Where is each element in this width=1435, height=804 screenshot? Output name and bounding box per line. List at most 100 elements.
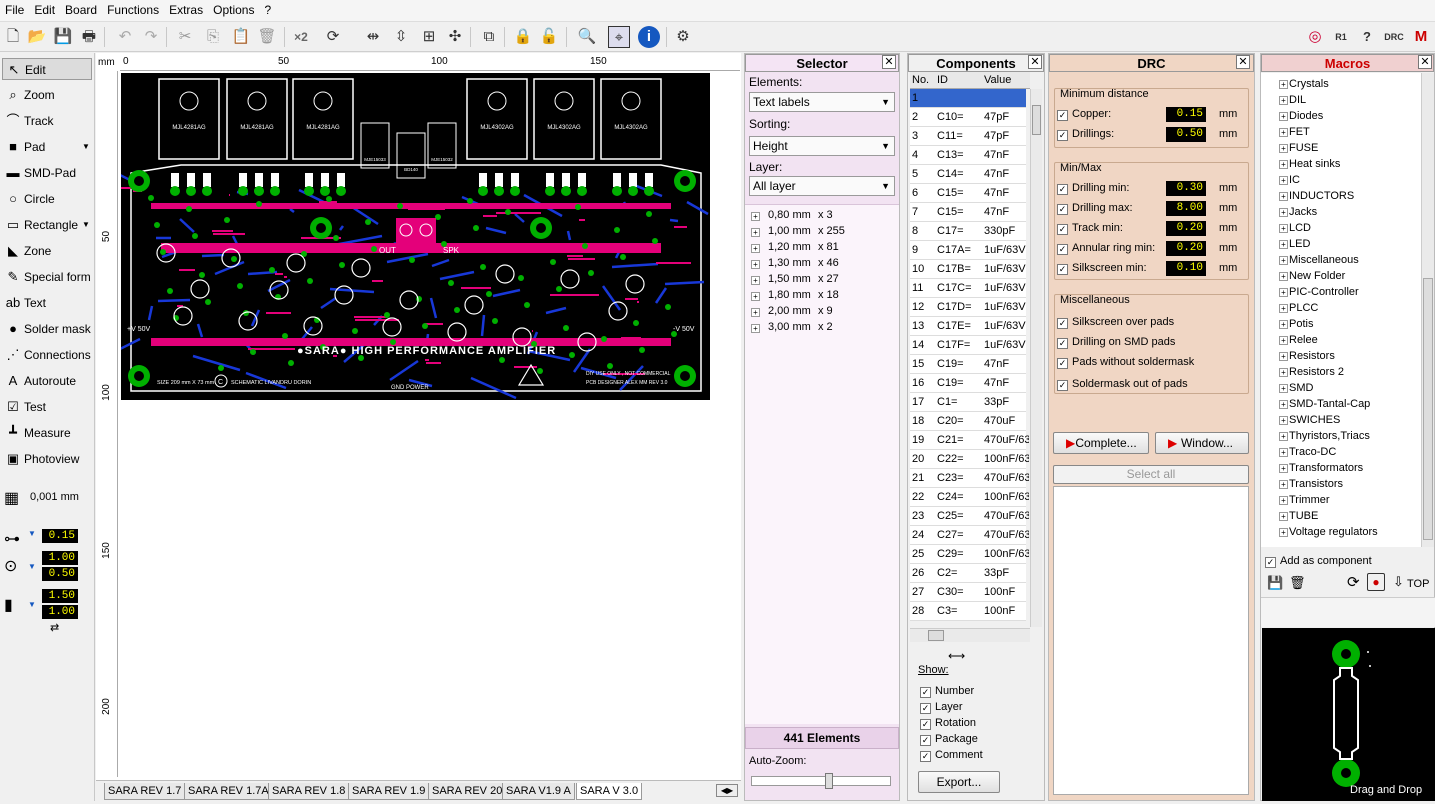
- table-row[interactable]: 5 C14= 47nF: [910, 165, 1026, 184]
- expand-icon[interactable]: +: [1279, 208, 1288, 217]
- chevron-down-icon[interactable]: ▼: [82, 214, 90, 236]
- pads-no-mask-row[interactable]: ✓ Pads without soldermask: [1057, 355, 1242, 371]
- menu-file[interactable]: File: [0, 0, 29, 17]
- table-row[interactable]: 23 C25= 470uF/63: [910, 507, 1029, 526]
- expand-icon[interactable]: +: [751, 308, 760, 317]
- macro-folder[interactable]: + DIL: [1279, 92, 1306, 108]
- col-value[interactable]: Value: [984, 72, 1011, 89]
- expand-icon[interactable]: +: [1279, 304, 1288, 313]
- align-icon[interactable]: ⊞: [418, 26, 440, 48]
- zoom-icon[interactable]: 🔍: [576, 26, 598, 48]
- tool-zoom[interactable]: ⌕ Zoom: [2, 84, 92, 106]
- cut-icon[interactable]: ✂: [174, 26, 196, 48]
- macro-folder[interactable]: + Diodes: [1279, 108, 1323, 124]
- help-query-icon[interactable]: ?: [1356, 26, 1378, 48]
- macro-icon[interactable]: M: [1410, 26, 1432, 48]
- macro-folder[interactable]: + FUSE: [1279, 140, 1318, 156]
- trash-icon[interactable]: 🗑: [1289, 575, 1306, 591]
- tool-special-form[interactable]: ✎ Special form: [2, 266, 92, 288]
- tool-edit[interactable]: ↖ Edit: [2, 58, 92, 80]
- lock-icon[interactable]: 🔒: [512, 26, 534, 48]
- macro-preview[interactable]: Drag and Drop: [1262, 628, 1435, 801]
- drilling-max-value[interactable]: 8.00: [1166, 201, 1206, 216]
- table-row[interactable]: 10 C17B= 1uF/63V: [910, 260, 1026, 279]
- pad-outer-field[interactable]: 1.00: [42, 551, 78, 565]
- macro-folder[interactable]: + LED: [1279, 236, 1310, 252]
- expand-icon[interactable]: +: [1279, 128, 1288, 137]
- print-icon[interactable]: 🖶: [78, 26, 100, 48]
- expand-icon[interactable]: +: [751, 324, 760, 333]
- components-hscroll[interactable]: [910, 628, 1030, 642]
- close-icon[interactable]: ✕: [1418, 55, 1432, 69]
- track-width-field[interactable]: 0.15: [42, 529, 78, 543]
- window-button[interactable]: ▶ Window...: [1155, 432, 1249, 454]
- table-row[interactable]: 14 C17F= 1uF/63V: [910, 336, 1026, 355]
- table-row[interactable]: 17 C1= 33pF: [910, 393, 1026, 412]
- expand-icon[interactable]: +: [1279, 432, 1288, 441]
- menu-extras[interactable]: Extras: [164, 0, 208, 17]
- duplicate-x2-icon[interactable]: ×2: [290, 26, 312, 48]
- expand-icon[interactable]: +: [1279, 496, 1288, 505]
- open-folder-icon[interactable]: 📂: [26, 26, 48, 48]
- macro-folder[interactable]: + Miscellaneous: [1279, 252, 1359, 268]
- export-button[interactable]: Export...: [918, 771, 1000, 793]
- table-row[interactable]: 18 C20= 470uF: [910, 412, 1026, 431]
- show-layer[interactable]: ✓ Layer: [920, 701, 963, 714]
- elements-select[interactable]: Text labels ▼: [749, 92, 895, 112]
- macro-folder[interactable]: + Heat sinks: [1279, 156, 1340, 172]
- crosshair-icon[interactable]: ⌖: [608, 26, 630, 48]
- macro-folder[interactable]: + SMD-Tantal-Cap: [1279, 396, 1370, 412]
- expand-icon[interactable]: +: [1279, 368, 1288, 377]
- macro-folder[interactable]: + Potis: [1279, 316, 1313, 332]
- macro-folder[interactable]: + PLCC: [1279, 300, 1318, 316]
- expand-icon[interactable]: +: [1279, 96, 1288, 105]
- annular-ring-value[interactable]: 0.20: [1166, 241, 1206, 256]
- tab-2[interactable]: SARA REV 1.8: [268, 783, 350, 800]
- macro-folder[interactable]: + Traco-DC: [1279, 444, 1336, 460]
- silkscreen-min-row[interactable]: ✓ Silkscreen min: 0.10 mm: [1057, 261, 1242, 277]
- macro-folder[interactable]: + Jacks: [1279, 204, 1317, 220]
- show-number[interactable]: ✓ Number: [920, 685, 974, 698]
- select-all-button[interactable]: Select all: [1053, 465, 1249, 484]
- expand-icon[interactable]: +: [1279, 272, 1288, 281]
- tool-autoroute[interactable]: A Autoroute: [2, 370, 92, 392]
- expand-icon[interactable]: +: [1279, 256, 1288, 265]
- tool-smd-pad[interactable]: ▬ SMD-Pad: [2, 162, 92, 184]
- sorting-select[interactable]: Height ▼: [749, 136, 895, 156]
- expand-icon[interactable]: +: [751, 244, 760, 253]
- snap-icon[interactable]: ✣: [444, 26, 466, 48]
- expand-icon[interactable]: +: [1279, 192, 1288, 201]
- tool-solder-mask[interactable]: ● Solder mask: [2, 318, 92, 340]
- expand-icon[interactable]: +: [751, 276, 760, 285]
- drilling-max-row[interactable]: ✓ Drilling max: 8.00 mm: [1057, 201, 1242, 217]
- show-package[interactable]: ✓ Package: [920, 733, 978, 746]
- expand-icon[interactable]: +: [1279, 336, 1288, 345]
- table-row[interactable]: 6 C15= 47nF: [910, 184, 1026, 203]
- tab-3[interactable]: SARA REV 1.9: [348, 783, 430, 800]
- layer-select[interactable]: All layer ▼: [749, 176, 895, 196]
- tool-rectangle[interactable]: ▭ Rectangle ▼: [2, 214, 92, 236]
- macro-folder[interactable]: + Voltage regulators: [1279, 524, 1378, 540]
- unlock-icon[interactable]: 🔓: [538, 26, 560, 48]
- tool-text[interactable]: ab Text: [2, 292, 92, 314]
- r1-icon[interactable]: R1: [1330, 26, 1352, 48]
- drc-result-list[interactable]: [1053, 486, 1249, 795]
- macro-folder[interactable]: + SMD: [1279, 380, 1313, 396]
- expand-icon[interactable]: +: [1279, 144, 1288, 153]
- copper-value[interactable]: 0.15: [1166, 107, 1206, 122]
- macro-folder[interactable]: + Resistors 2: [1279, 364, 1344, 380]
- expand-icon[interactable]: +: [1279, 528, 1288, 537]
- delete-icon[interactable]: 🗑: [256, 26, 278, 48]
- table-row[interactable]: 19 C21= 470uF/63: [910, 431, 1029, 450]
- table-row[interactable]: 27 C30= 100nF: [910, 583, 1026, 602]
- track-min-value[interactable]: 0.20: [1166, 221, 1206, 236]
- close-icon[interactable]: ✕: [1028, 55, 1042, 69]
- complete-button[interactable]: ▶ Complete...: [1053, 432, 1149, 454]
- smd-height-field[interactable]: 1.00: [42, 605, 78, 619]
- expand-icon[interactable]: +: [751, 292, 760, 301]
- copy-icon[interactable]: ⎘: [202, 26, 224, 48]
- drilling-min-row[interactable]: ✓ Drilling min: 0.30 mm: [1057, 181, 1242, 197]
- redo-icon[interactable]: ↷: [140, 26, 162, 48]
- rotate-icon[interactable]: ⟳: [1347, 573, 1360, 591]
- table-row[interactable]: 28 C3= 100nF: [910, 602, 1026, 621]
